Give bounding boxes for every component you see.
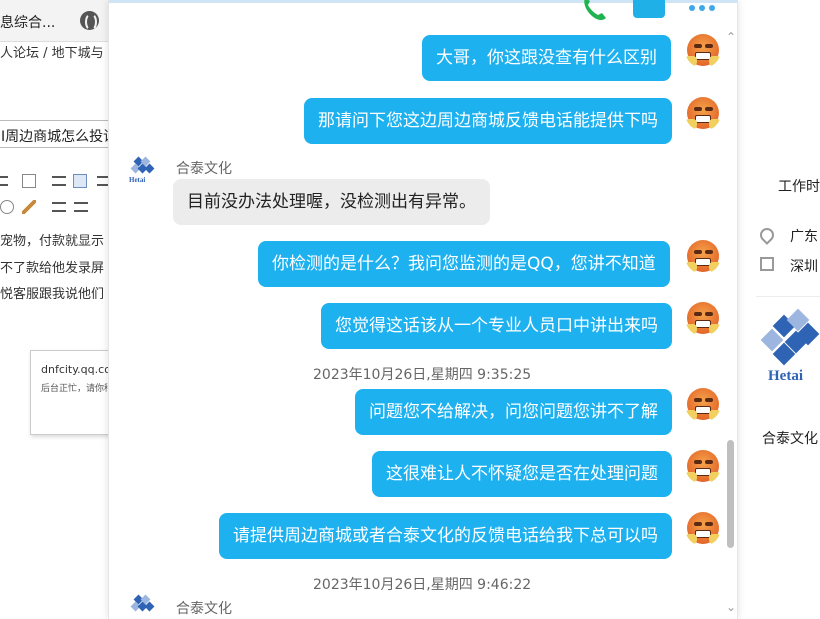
- location-pin-icon: [757, 225, 777, 245]
- link-icon[interactable]: [0, 200, 14, 214]
- company-avatar-text: Hetai: [129, 176, 146, 184]
- brush-icon[interactable]: [22, 200, 36, 214]
- ordered-list-icon[interactable]: [52, 202, 66, 212]
- post-body-line: 不了款给他发录屏: [0, 261, 105, 276]
- scroll-down-icon[interactable]: ⌄: [724, 600, 737, 614]
- outgoing-message[interactable]: 请提供周边商城或者合泰文化的反馈电话给我下总可以吗: [219, 513, 672, 559]
- hr-icon[interactable]: [0, 176, 8, 186]
- post-title-input[interactable]: I周边商城怎么投诉: [0, 120, 110, 148]
- globe-icon: [80, 11, 99, 31]
- scrollbar-thumb[interactable]: [727, 440, 734, 548]
- outgoing-message[interactable]: 这很难让人不怀疑您是否在处理问题: [372, 451, 672, 497]
- divider: [756, 296, 820, 297]
- user-avatar[interactable]: [685, 510, 721, 546]
- sender-name: 合泰文化: [176, 161, 232, 177]
- company-avatar[interactable]: Hetai: [127, 156, 157, 188]
- link-preview-text: 后台正忙，请你稍: [41, 384, 110, 394]
- company-info-panel: 工作时 广东 深圳 Hetai 合泰文化: [738, 0, 820, 619]
- video-call-icon[interactable]: [633, 0, 665, 18]
- scroll-up-icon[interactable]: ⌃: [724, 30, 737, 44]
- address-text: 广东: [790, 229, 818, 245]
- outgoing-message[interactable]: 问题您不给解决，问您问题您讲不了解: [355, 389, 672, 435]
- bullet-list-icon[interactable]: [74, 202, 88, 212]
- outgoing-message[interactable]: 大哥，你这跟没查有什么区别: [422, 35, 671, 81]
- phone-icon[interactable]: [579, 0, 609, 22]
- user-avatar[interactable]: [685, 238, 721, 274]
- screen: 息综合... 人论坛 / 地下城与 I周边商城怎么投诉 宠物，付款就显示 不了款…: [0, 0, 820, 619]
- sender-name: 合泰文化: [176, 601, 232, 617]
- table-icon[interactable]: [22, 174, 36, 188]
- outgoing-message[interactable]: 你检测的是什么？我问您监测的是QQ，您讲不知道: [258, 241, 670, 287]
- post-body-line: 悦客服跟我说他们: [0, 287, 105, 302]
- align-left-icon[interactable]: [52, 176, 66, 186]
- company-avatar[interactable]: [127, 594, 157, 619]
- breadcrumb[interactable]: 人论坛 / 地下城与: [0, 42, 104, 61]
- browser-tab-bar: 息综合...: [0, 0, 110, 42]
- user-avatar[interactable]: [685, 95, 721, 131]
- business-hours-label: 工作时: [778, 179, 820, 195]
- more-icon[interactable]: [687, 2, 717, 12]
- user-avatar[interactable]: [685, 448, 721, 484]
- link-preview-card[interactable]: dnfcity.qq.com 后台正忙，请你稍: [30, 350, 110, 435]
- user-avatar[interactable]: [685, 386, 721, 422]
- user-avatar[interactable]: [685, 300, 721, 336]
- company-logo: Hetai: [760, 308, 820, 384]
- outgoing-message[interactable]: 那请问下您这边周边商城反馈电话能提供下吗: [304, 98, 672, 144]
- align-center-icon[interactable]: [73, 174, 87, 188]
- link-preview-url: dnfcity.qq.com: [41, 363, 110, 376]
- chat-window: ⌃ ⌄ 大哥，你这跟没查有什么区别 那请问下您这边周边商城反馈电话能提供下吗 H…: [108, 0, 738, 619]
- building-icon: [760, 257, 774, 271]
- message-timestamp: 2023年10月26日,星期四 9:35:25: [313, 367, 532, 383]
- company-name[interactable]: 合泰文化: [762, 428, 818, 448]
- outgoing-message[interactable]: 您觉得这话该从一个专业人员口中讲出来吗: [321, 303, 672, 349]
- browser-tab-title[interactable]: 息综合...: [0, 12, 55, 32]
- logo-text: Hetai: [768, 368, 803, 384]
- incoming-message[interactable]: 目前没办法处理喔，没检测出有异常。: [173, 179, 490, 225]
- background-page: 息综合... 人论坛 / 地下城与 I周边商城怎么投诉 宠物，付款就显示 不了款…: [0, 0, 110, 619]
- post-body-line: 宠物，付款就显示: [0, 234, 105, 249]
- editor-toolbar: [0, 170, 110, 222]
- message-timestamp: 2023年10月26日,星期四 9:46:22: [313, 577, 532, 593]
- user-avatar[interactable]: [685, 32, 721, 68]
- city-text: 深圳: [790, 259, 818, 275]
